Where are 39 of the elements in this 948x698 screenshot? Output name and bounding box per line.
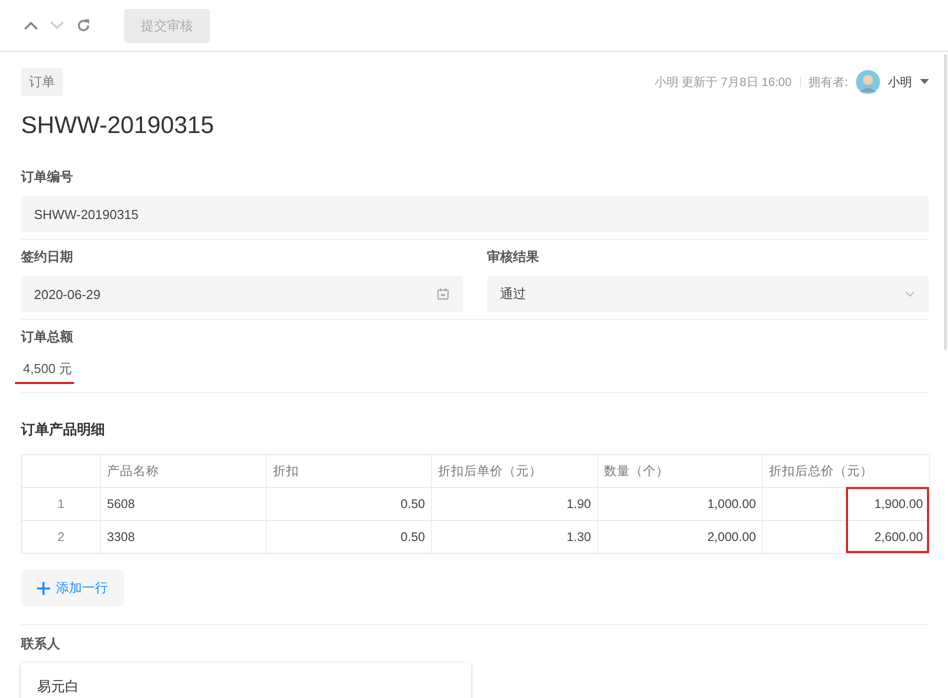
table-cell: 2,000.00 [598, 521, 763, 554]
column-header: 产品名称 [101, 455, 267, 488]
record-title: SHWW-20190315 [21, 112, 215, 140]
field-label: 审核结果 [487, 248, 540, 266]
field-label: 订单编号 [21, 168, 74, 186]
table-cell: 3308 [101, 521, 267, 554]
row-number: 1 [22, 488, 101, 521]
table-cell: 1,000.00 [598, 488, 763, 521]
calendar-icon[interactable] [437, 288, 449, 300]
amount-value: 4,500 元 [15, 356, 74, 384]
field-label: 订单总额 [21, 328, 74, 346]
date-field[interactable]: 2020-06-29 [21, 276, 463, 312]
row-number: 2 [22, 521, 101, 554]
field-label: 联系人 [21, 635, 61, 653]
column-header: 折扣 [267, 455, 432, 488]
chevron-down-icon[interactable] [905, 291, 915, 297]
plus-icon [37, 582, 50, 594]
table-cell: 1.30 [432, 521, 598, 554]
table-cell: 5608 [101, 488, 267, 521]
owner-name[interactable]: 小明 [888, 74, 912, 90]
column-header: 数量（个） [598, 455, 763, 488]
caret-icon[interactable] [920, 79, 929, 85]
record-type-tag: 订单 [21, 68, 63, 96]
scrollbar[interactable] [944, 54, 947, 350]
avatar-icon[interactable] [856, 70, 880, 94]
update-info: 小明 更新于 7月8日 16:00 [654, 74, 792, 90]
column-header: 折扣后单价（元） [432, 455, 598, 488]
order-number-field[interactable]: SHWW-20190315 [21, 196, 929, 232]
table-cell: 2,600.00 [763, 521, 930, 554]
column-header: 折扣后总价（元） [763, 455, 930, 488]
owner-label: 拥有者: [808, 74, 848, 90]
contact-card[interactable]: 易元白 [21, 663, 471, 698]
field-label: 签约日期 [21, 248, 74, 266]
table-cell: 0.50 [267, 521, 432, 554]
table-cell: 1.90 [432, 488, 598, 521]
section-title: 订单产品明细 [21, 421, 106, 439]
review-result-dropdown[interactable]: 通过 [487, 276, 929, 312]
table-cell: 0.50 [267, 488, 432, 521]
table-cell: 1,900.00 [763, 488, 930, 521]
